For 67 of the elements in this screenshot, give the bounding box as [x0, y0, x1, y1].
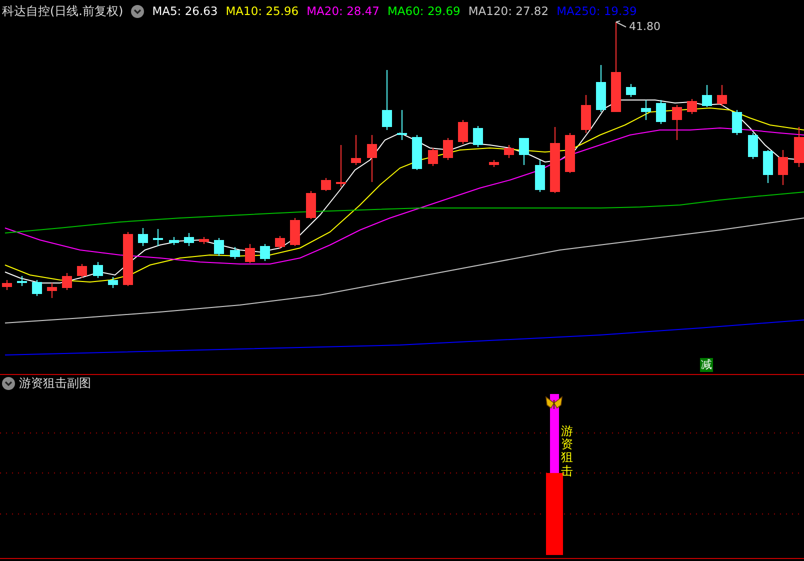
panel-title: 游资狙击副图	[19, 374, 91, 392]
dropdown-icon[interactable]	[131, 4, 144, 18]
candlestick	[336, 144, 346, 188]
candlestick	[519, 138, 529, 166]
indicator-value: MA10: 25.96	[226, 4, 299, 18]
candlestick	[596, 64, 606, 112]
candlestick	[93, 262, 103, 278]
signal-badge: 减	[700, 358, 713, 372]
candlestick	[473, 126, 483, 148]
candlestick	[275, 236, 285, 250]
candlestick	[672, 104, 682, 140]
candlestick	[2, 280, 12, 290]
indicator-value: MA20: 28.47	[306, 4, 380, 18]
candlestick	[443, 138, 453, 160]
candlestick	[306, 190, 316, 220]
candlestick	[565, 132, 575, 174]
candlestick	[550, 126, 560, 194]
chart-title: 科达自控(日线.前复权)	[2, 2, 124, 20]
candlestick	[641, 100, 651, 120]
candlestick	[748, 132, 758, 160]
candlestick	[245, 244, 255, 264]
candlestick	[138, 228, 148, 246]
candlestick	[153, 228, 163, 246]
butterfly-icon	[545, 396, 563, 409]
candlestick	[412, 134, 422, 170]
candlestick	[504, 144, 514, 158]
indicator-value: MA60: 29.69	[388, 4, 460, 18]
candlestick	[169, 236, 179, 246]
candlestick	[656, 100, 666, 124]
candlestick	[794, 126, 804, 168]
candlestick	[290, 218, 300, 246]
signal-label: 游资狙击	[561, 425, 573, 478]
leader-line	[616, 20, 626, 28]
candlestick	[581, 94, 591, 134]
candlestick	[687, 98, 697, 114]
candlestick	[184, 232, 194, 246]
candlestick	[626, 84, 636, 98]
indicator-value: MA250: 19.39	[556, 4, 637, 18]
candlestick	[108, 276, 118, 288]
candlestick	[351, 134, 361, 166]
candlestick	[123, 232, 133, 286]
indicator-value: MA5: 26.63	[152, 4, 218, 18]
candlestick	[382, 70, 392, 130]
indicator-value: MA120: 27.82	[468, 4, 549, 18]
candlestick	[702, 84, 712, 108]
candlestick	[214, 238, 224, 256]
candlestick	[717, 84, 727, 106]
candlestick	[17, 276, 27, 286]
candlestick	[535, 160, 545, 192]
candlestick	[32, 280, 42, 296]
candlestick	[763, 150, 773, 184]
candlestick	[321, 178, 331, 192]
candlestick	[489, 160, 499, 168]
candlestick	[230, 246, 240, 260]
candlestick	[367, 134, 377, 182]
candlestick	[397, 110, 407, 140]
price-label: 41.80	[629, 20, 660, 33]
dropdown-icon[interactable]	[2, 376, 15, 390]
candlestick	[732, 110, 742, 136]
candlestick	[77, 264, 87, 278]
candlestick	[458, 120, 468, 144]
candlestick	[199, 236, 209, 244]
candlestick	[47, 282, 57, 298]
candlestick	[260, 244, 270, 262]
candlestick	[428, 148, 438, 166]
candlestick	[62, 272, 72, 290]
candlestick	[778, 150, 788, 186]
